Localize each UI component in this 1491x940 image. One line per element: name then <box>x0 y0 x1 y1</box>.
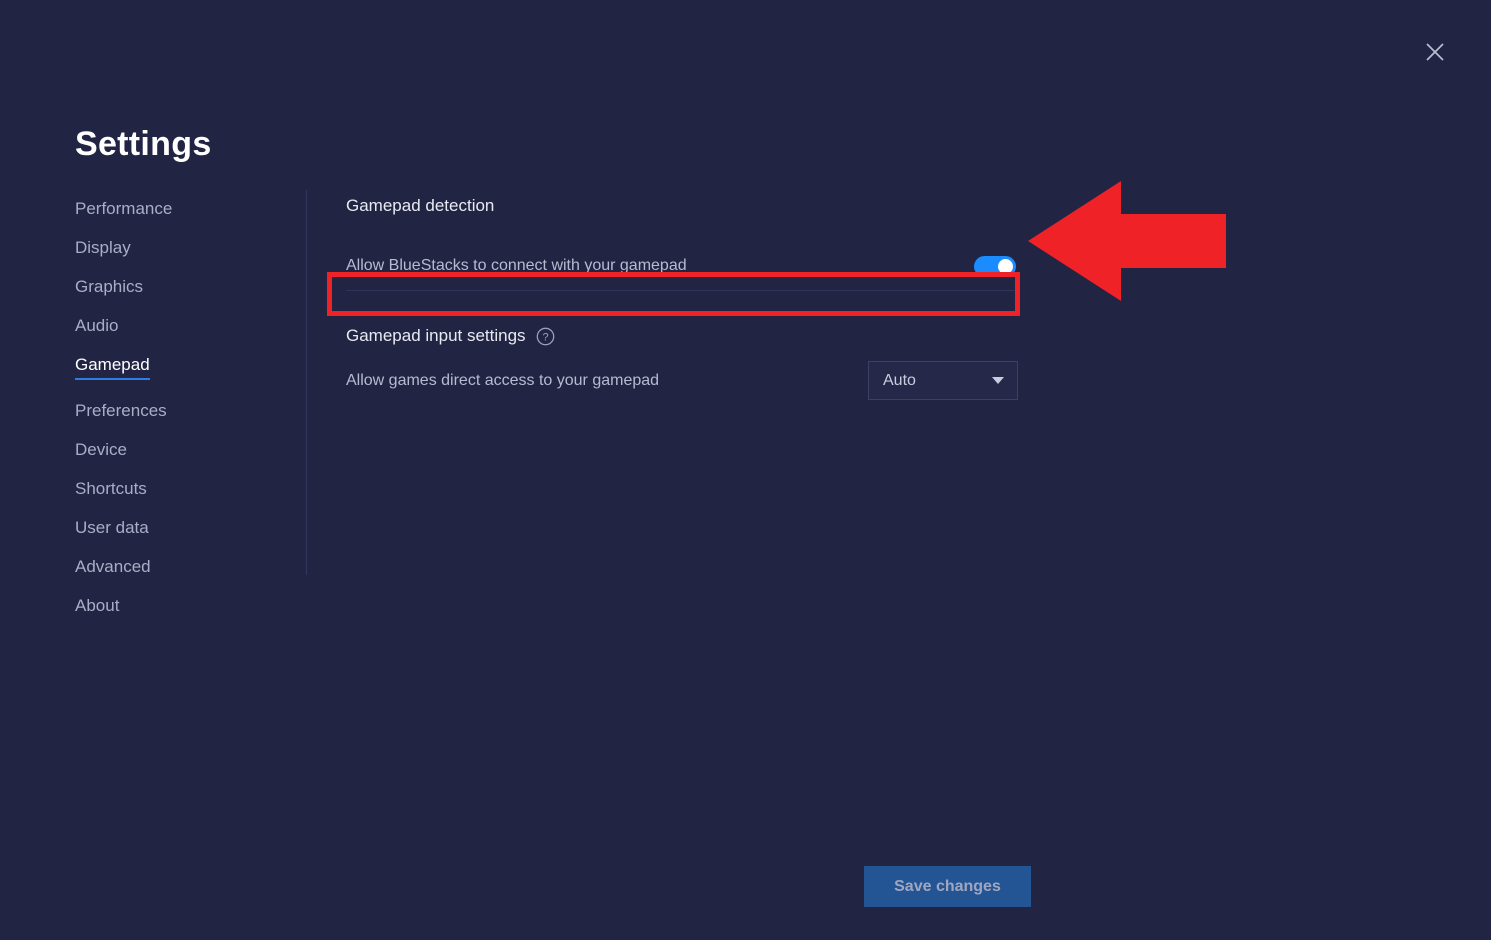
settings-content: Gamepad detection Allow BlueStacks to co… <box>327 196 1020 400</box>
sidebar-item-display[interactable]: Display <box>75 239 131 256</box>
settings-sidebar: Performance Display Graphics Audio Gamep… <box>75 200 290 636</box>
sidebar-divider <box>306 190 307 575</box>
gamepad-input-settings-heading: Gamepad input settings ? <box>346 326 1018 346</box>
gamepad-detection-heading-label: Gamepad detection <box>346 196 495 215</box>
chevron-down-icon <box>992 377 1004 384</box>
gamepad-input-settings-section: Gamepad input settings ? Allow games dir… <box>346 326 1018 400</box>
gamepad-detection-heading: Gamepad detection <box>346 196 1018 216</box>
direct-access-select[interactable]: Auto <box>868 361 1018 400</box>
allow-connect-toggle[interactable] <box>974 255 1016 277</box>
sidebar-item-shortcuts[interactable]: Shortcuts <box>75 480 147 497</box>
row-divider <box>346 290 1018 291</box>
sidebar-item-audio[interactable]: Audio <box>75 317 118 334</box>
page-title: Settings <box>75 125 212 163</box>
direct-access-select-value: Auto <box>883 371 916 389</box>
save-changes-button[interactable]: Save changes <box>864 866 1031 907</box>
sidebar-item-about[interactable]: About <box>75 597 119 614</box>
sidebar-item-performance[interactable]: Performance <box>75 200 172 217</box>
close-icon <box>1424 41 1446 63</box>
arrow-annotation <box>1028 176 1226 306</box>
sidebar-item-gamepad[interactable]: Gamepad <box>75 356 150 380</box>
toggle-knob <box>998 258 1013 274</box>
gamepad-input-settings-heading-label: Gamepad input settings <box>346 326 526 345</box>
sidebar-item-graphics[interactable]: Graphics <box>75 278 143 295</box>
sidebar-item-user-data[interactable]: User data <box>75 519 149 536</box>
svg-text:?: ? <box>542 331 548 343</box>
sidebar-item-preferences[interactable]: Preferences <box>75 402 167 419</box>
sidebar-item-device[interactable]: Device <box>75 441 127 458</box>
help-circle-icon[interactable]: ? <box>536 327 555 346</box>
sidebar-item-advanced[interactable]: Advanced <box>75 558 151 575</box>
gamepad-detection-section: Allow BlueStacks to connect with your ga… <box>327 244 1020 316</box>
direct-access-label: Allow games direct access to your gamepa… <box>346 371 660 389</box>
allow-connect-label: Allow BlueStacks to connect with your ga… <box>346 257 687 274</box>
allow-connect-row[interactable]: Allow BlueStacks to connect with your ga… <box>346 244 1018 288</box>
left-arrow-icon <box>1028 181 1226 301</box>
direct-access-row: Allow games direct access to your gamepa… <box>346 361 1018 400</box>
close-button[interactable] <box>1417 34 1453 70</box>
